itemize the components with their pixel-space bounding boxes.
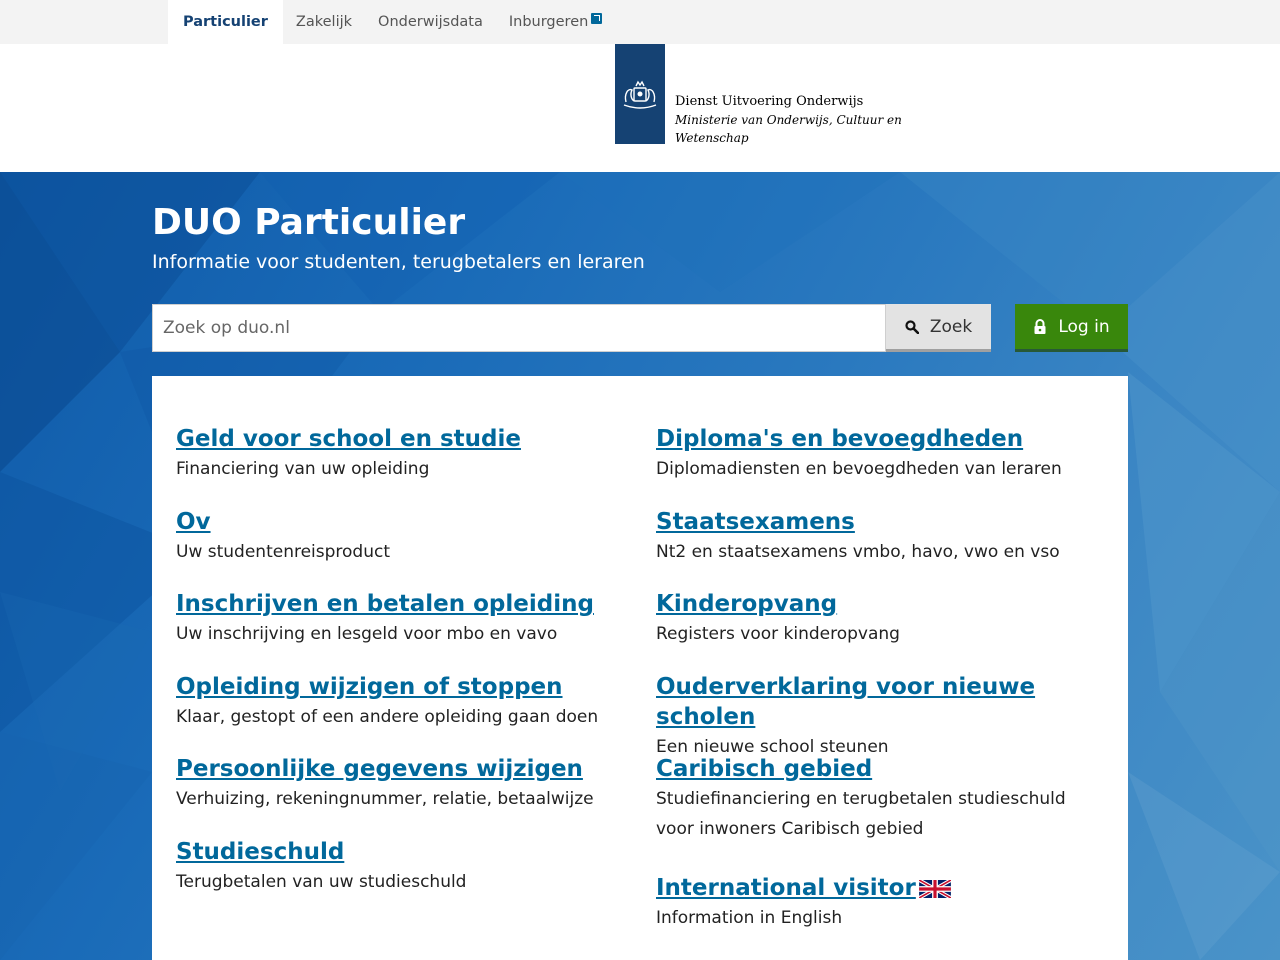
topic-description: Registers voor kinderopvang — [656, 624, 900, 644]
topic-item: Kinderopvang Registers voor kinderopvang — [656, 589, 1106, 672]
logo-text[interactable]: Dienst Uitvoering Onderwijs Ministerie v… — [675, 93, 902, 147]
page-title: DUO Particulier — [152, 202, 466, 243]
coat-of-arms-icon — [623, 80, 657, 109]
search-button-label: Zoek — [929, 316, 973, 337]
hero-section: DUO Particulier Informatie voor studente… — [0, 172, 1280, 960]
topic-item: Caribisch gebied Studiefinanciering en t… — [656, 754, 1106, 873]
search-placeholder: Zoek op duo.nl — [163, 318, 290, 338]
topic-item: Persoonlijke gegevens wijzigen Verhuizin… — [176, 754, 626, 837]
topics-column-right: Diploma's en bevoegdheden Diplomadienste… — [656, 424, 1106, 955]
topic-description: Diplomadiensten en bevoegdheden van lera… — [656, 459, 1062, 479]
topic-link-opleiding-wijzigen[interactable]: Opleiding wijzigen of stoppen — [176, 672, 626, 702]
topic-link-geld[interactable]: Geld voor school en studie — [176, 424, 626, 454]
login-button[interactable]: Log in — [1015, 304, 1128, 352]
search-input[interactable]: Zoek op duo.nl — [152, 304, 886, 352]
topic-description: Uw studentenreisproduct — [176, 542, 391, 562]
topic-item: Ov Uw studentenreisproduct — [176, 507, 626, 589]
nav-tab-inburgeren-label: Inburgeren — [508, 14, 589, 30]
rijksoverheid-logo-emblem[interactable] — [615, 44, 665, 144]
topic-link-ouderverklaring[interactable]: Ouderverklaring voor nieuwe scholen — [656, 672, 1106, 732]
page-subtitle: Informatie voor studenten, terugbetalers… — [152, 251, 645, 273]
topic-link-studieschuld[interactable]: Studieschuld — [176, 837, 626, 867]
uk-flag-icon — [918, 879, 951, 898]
topic-item: Ouderverklaring voor nieuwe scholen Een … — [656, 672, 1106, 757]
lock-icon — [1034, 318, 1046, 334]
topics-card: Geld voor school en studie Financiering … — [152, 376, 1128, 960]
logo-line-3: Wetenschap — [675, 131, 749, 145]
topic-description: Verhuizing, rekeningnummer, relatie, bet… — [176, 789, 594, 809]
logo-line-2: Ministerie van Onderwijs, Cultuur en — [675, 113, 902, 127]
logo-header: Dienst Uitvoering Onderwijs Ministerie v… — [0, 44, 1280, 172]
topic-item: Diploma's en bevoegdheden Diplomadienste… — [656, 424, 1106, 507]
topic-item: Inschrijven en betalen opleiding Uw insc… — [176, 589, 626, 672]
topic-description: Financiering van uw opleiding — [176, 459, 430, 479]
search-icon — [905, 319, 919, 334]
topic-link-inschrijven[interactable]: Inschrijven en betalen opleiding — [176, 589, 626, 619]
topic-description: Uw inschrijving en lesgeld voor mbo en v… — [176, 624, 558, 644]
topic-item: Opleiding wijzigen of stoppen Klaar, ges… — [176, 672, 626, 754]
topic-item: Geld voor school en studie Financiering … — [176, 424, 626, 507]
topic-link-kinderopvang[interactable]: Kinderopvang — [656, 589, 1106, 619]
topic-item: Staatsexamens Nt2 en staatsexamens vmbo,… — [656, 507, 1106, 589]
nav-tab-zakelijk[interactable]: Zakelijk — [283, 0, 365, 44]
nav-tab-particulier[interactable]: Particulier — [168, 0, 283, 44]
topic-item: Studieschuld Terugbetalen van uw studies… — [176, 837, 626, 919]
topic-description: Terugbetalen van uw studieschuld — [176, 872, 467, 892]
topic-item: International visitor Information in Eng… — [656, 873, 1106, 955]
external-link-icon — [591, 12, 603, 24]
top-navigation: Particulier Zakelijk Onderwijsdata Inbur… — [0, 0, 1280, 44]
topic-description: Studiefinanciering en terugbetalen studi… — [656, 789, 1066, 839]
search-button[interactable]: Zoek — [886, 304, 991, 352]
topics-column-left: Geld voor school en studie Financiering … — [176, 424, 626, 919]
topic-link-persoonlijke-gegevens[interactable]: Persoonlijke gegevens wijzigen — [176, 754, 626, 784]
topic-description: Information in English — [656, 908, 843, 928]
topic-description: Klaar, gestopt of een andere opleiding g… — [176, 707, 599, 727]
nav-tab-onderwijsdata[interactable]: Onderwijsdata — [365, 0, 496, 44]
topic-link-international-visitor[interactable]: International visitor — [656, 875, 916, 901]
nav-tab-inburgeren[interactable]: Inburgeren — [496, 0, 615, 44]
topic-link-diplomas[interactable]: Diploma's en bevoegdheden — [656, 424, 1106, 454]
topic-link-staatsexamens[interactable]: Staatsexamens — [656, 507, 1106, 537]
login-button-label: Log in — [1058, 316, 1110, 337]
topic-link-ov[interactable]: Ov — [176, 507, 626, 537]
logo-line-1: Dienst Uitvoering Onderwijs — [675, 94, 864, 109]
topic-description: Nt2 en staatsexamens vmbo, havo, vwo en … — [656, 542, 1060, 562]
topic-link-international-visitor-wrapper: International visitor — [656, 873, 1106, 903]
